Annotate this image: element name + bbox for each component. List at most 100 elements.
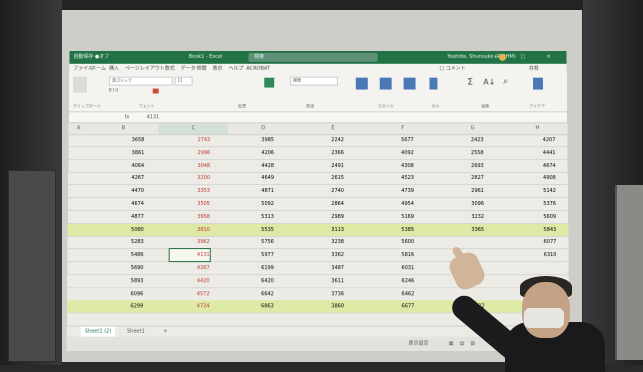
cell-b[interactable]: 4470 (104, 185, 144, 197)
cell-g[interactable]: 3232 (444, 211, 484, 223)
cell-c[interactable]: 3200 (170, 172, 210, 184)
cell-d[interactable]: 5756 (234, 236, 274, 248)
cell-g[interactable]: 2558 (444, 147, 484, 159)
format-as-table-icon[interactable] (379, 77, 392, 90)
column-header-g[interactable]: G (438, 123, 508, 134)
cell-c[interactable]: 4267 (170, 262, 210, 274)
find-select-icon[interactable]: ⌕ (503, 77, 508, 87)
wrap-text-icon[interactable] (264, 77, 275, 88)
window-controls[interactable]: — □ ✕ (494, 51, 561, 64)
cell-b[interactable]: 5893 (103, 275, 144, 287)
cell-h[interactable]: 5142 (516, 185, 556, 197)
cell-c[interactable]: 3505 (170, 198, 210, 210)
cell-e[interactable]: 2366 (304, 147, 344, 159)
cell-c[interactable]: 2996 (170, 147, 210, 159)
comments-button[interactable]: □ コメント (439, 64, 465, 74)
cell-f[interactable]: 4739 (374, 185, 414, 197)
font-name-select[interactable]: 游ゴシック (108, 76, 173, 86)
ribbon-tab-4[interactable]: 数式 (165, 64, 175, 74)
cell-e[interactable]: 2491 (304, 160, 344, 172)
font-color-icon[interactable] (152, 88, 159, 94)
cell-b[interactable]: 3861 (104, 147, 145, 159)
ribbon-tab-3[interactable]: ページレイアウト (125, 64, 165, 74)
fx-icon[interactable]: fx (125, 112, 130, 122)
cell-d[interactable]: 4649 (234, 172, 274, 184)
cell-e[interactable]: 3736 (304, 288, 344, 300)
column-header-f[interactable]: F (368, 123, 438, 134)
ribbon-tab-8[interactable]: ヘルプ (228, 64, 243, 74)
ribbon-tab-5[interactable]: データ (181, 64, 196, 74)
column-header-a[interactable]: A (69, 123, 89, 134)
cell-e[interactable]: 3113 (304, 224, 344, 236)
cell-e[interactable]: 3238 (304, 236, 344, 248)
cell-f[interactable]: 4092 (374, 147, 414, 159)
cell-g[interactable]: 2693 (444, 160, 484, 172)
cell-d[interactable]: 6863 (234, 301, 274, 313)
cell-g[interactable]: 2423 (444, 134, 484, 146)
cell-e[interactable]: 3362 (304, 249, 344, 261)
cell-f[interactable]: 6031 (374, 262, 414, 274)
cell-f[interactable]: 6246 (374, 275, 415, 287)
bold-italic-underline-buttons[interactable]: B I U (109, 88, 118, 93)
cell-d[interactable]: 4206 (234, 147, 274, 159)
ribbon-tab-6[interactable]: 校閲 (197, 64, 207, 74)
autosave-toggle[interactable]: 自動保存 ●オフ (73, 51, 109, 64)
insert-cells-icon[interactable] (429, 77, 438, 90)
column-header-b[interactable]: B (89, 123, 159, 134)
cell-e[interactable]: 2740 (304, 185, 344, 197)
cell-f[interactable]: 4308 (374, 160, 414, 172)
cell-h[interactable]: 5609 (516, 211, 556, 223)
cell-e[interactable]: 3487 (304, 262, 344, 274)
column-header-d[interactable]: D (228, 123, 298, 134)
cell-g[interactable]: 3365 (444, 224, 484, 236)
cell-c[interactable]: 3658 (170, 211, 210, 223)
share-button[interactable]: 共有 (529, 64, 539, 74)
cell-f[interactable]: 5169 (374, 211, 414, 223)
cell-d[interactable]: 3985 (234, 134, 274, 146)
sheet-tab-1[interactable]: Sheet1 (123, 327, 149, 337)
cell-f[interactable]: 5385 (374, 224, 414, 236)
cell-b[interactable]: 5486 (103, 249, 144, 261)
conditional-format-icon[interactable] (355, 77, 368, 90)
cell-h[interactable]: 5843 (516, 224, 556, 236)
cell-b[interactable]: 3658 (104, 134, 145, 146)
font-size-select[interactable]: 11 (174, 76, 193, 86)
cell-b[interactable]: 5080 (104, 224, 144, 236)
cell-d[interactable]: 4428 (234, 160, 274, 172)
cell-d[interactable]: 5092 (234, 198, 274, 210)
cell-h[interactable]: 5376 (516, 198, 556, 210)
cell-h[interactable]: 4674 (516, 160, 556, 172)
cell-b[interactable]: 4064 (104, 160, 144, 172)
cell-d[interactable]: 5977 (234, 249, 274, 261)
cell-f[interactable]: 4523 (374, 172, 414, 184)
cell-f[interactable]: 6677 (374, 301, 415, 313)
cell-d[interactable]: 5313 (234, 211, 274, 223)
display-settings[interactable]: 表示設定 (408, 337, 428, 351)
cell-d[interactable]: 6420 (234, 275, 274, 287)
cell-c[interactable]: 3810 (170, 224, 210, 236)
sort-filter-icon[interactable]: A↓ (483, 78, 495, 87)
cell-g[interactable]: 2827 (444, 172, 484, 184)
formula-input[interactable]: 4131 (147, 112, 160, 122)
cell-e[interactable]: 3860 (304, 301, 344, 313)
cell-h[interactable]: 4908 (516, 172, 556, 184)
cell-b[interactable]: 4877 (104, 211, 144, 223)
cell-c[interactable]: 4724 (169, 301, 210, 313)
cell-b[interactable]: 5690 (103, 262, 144, 274)
cell-d[interactable]: 6199 (234, 262, 274, 274)
cell-e[interactable]: 2615 (304, 172, 344, 184)
cell-h[interactable]: 6077 (516, 236, 557, 248)
ribbon-tab-7[interactable]: 表示 (213, 64, 223, 74)
cell-f[interactable]: 4954 (374, 198, 414, 210)
cell-f[interactable]: 6462 (374, 288, 415, 300)
autosum-icon[interactable]: Σ (467, 78, 473, 88)
ribbon-tab-2[interactable]: 挿入 (109, 64, 119, 74)
ideas-icon[interactable] (532, 77, 544, 90)
cell-b[interactable]: 6299 (103, 301, 143, 313)
column-header-e[interactable]: E (298, 123, 368, 134)
cell-e[interactable]: 3611 (304, 275, 344, 287)
add-sheet-button[interactable]: + (159, 327, 171, 337)
cell-b[interactable]: 4674 (104, 198, 144, 210)
cell-h[interactable]: 4207 (515, 134, 556, 146)
cell-d[interactable]: 4871 (234, 185, 274, 197)
